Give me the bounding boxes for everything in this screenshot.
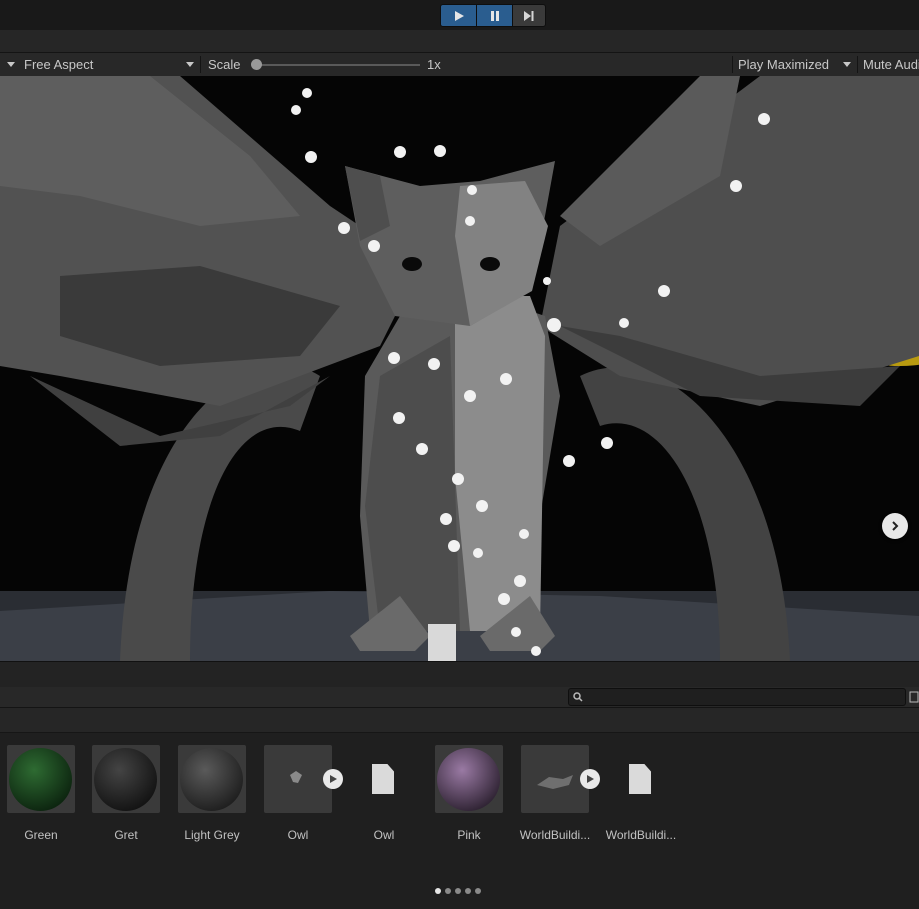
play-icon	[330, 775, 337, 783]
tab-strip	[0, 30, 919, 53]
chevron-right-icon	[892, 521, 899, 531]
expand-asset-button[interactable]	[323, 769, 343, 789]
expand-asset-button[interactable]	[580, 769, 600, 789]
pause-icon	[490, 10, 499, 21]
breadcrumb-bar	[0, 708, 919, 733]
asset-label: Pink	[457, 828, 481, 842]
owl-scene	[0, 76, 919, 661]
pause-button[interactable]	[476, 4, 513, 27]
search-icon	[573, 692, 583, 702]
asset-thumbnail	[264, 745, 332, 813]
play-maximized-dropdown[interactable]: Play Maximized	[738, 53, 856, 76]
page-dot[interactable]	[475, 888, 481, 894]
asset-label: Green	[24, 828, 58, 842]
file-icon	[372, 764, 394, 794]
asset-label: WorldBuildi...	[519, 828, 591, 842]
play-button[interactable]	[440, 4, 477, 27]
page-dot[interactable]	[435, 888, 441, 894]
page-dot[interactable]	[445, 888, 451, 894]
divider	[200, 56, 201, 73]
page-dot[interactable]	[465, 888, 471, 894]
step-button[interactable]	[512, 4, 546, 27]
game-viewport[interactable]	[0, 76, 919, 661]
search-input[interactable]	[568, 688, 906, 706]
divider	[857, 56, 858, 73]
aspect-dropdown-arrow-icon	[6, 53, 16, 76]
asset-label: Light Grey	[184, 828, 240, 842]
play-mode-label: Play Maximized	[738, 57, 830, 72]
scale-value: 1x	[427, 57, 441, 72]
play-toolbar	[0, 0, 919, 30]
owl-model-icon	[290, 771, 302, 783]
asset-thumbnail	[435, 745, 503, 813]
world-model-icon	[537, 775, 573, 789]
file-icon	[629, 764, 651, 794]
divider	[732, 56, 733, 73]
asset-label: WorldBuildi...	[605, 828, 677, 842]
asset-thumbnail	[92, 745, 160, 813]
scale-slider-track[interactable]	[258, 64, 420, 66]
asset-label: Owl	[287, 828, 309, 842]
material-sphere	[437, 748, 500, 811]
carousel-next-button[interactable]	[882, 513, 908, 539]
aspect-dropdown[interactable]: Free Aspect	[24, 53, 200, 76]
page-dot[interactable]	[455, 888, 461, 894]
aspect-label: Free Aspect	[24, 57, 94, 72]
asset-thumbnail	[178, 745, 246, 813]
game-view-toolbar: Free Aspect Scale 1x Play Maximized Mute…	[0, 53, 919, 77]
scale-label: Scale	[208, 57, 241, 72]
material-sphere	[94, 748, 157, 811]
asset-label: Gret	[114, 828, 138, 842]
asset-label: Owl	[373, 828, 395, 842]
asset-thumbnail	[7, 745, 75, 813]
material-sphere	[180, 748, 243, 811]
play-icon	[587, 775, 594, 783]
play-icon	[454, 10, 464, 21]
chevron-down-icon	[186, 62, 194, 67]
filter-icon[interactable]	[909, 690, 919, 707]
asset-grid: Green Gret Light Grey Owl Owl Pink World…	[0, 733, 919, 909]
project-search-bar	[0, 687, 919, 708]
mute-label: Mute Audio	[863, 57, 919, 72]
asset-thumbnail	[521, 745, 589, 813]
scale-slider-knob[interactable]	[251, 59, 262, 70]
chevron-down-icon	[843, 62, 851, 67]
material-sphere	[9, 748, 72, 811]
mute-audio-toggle[interactable]: Mute Audio	[863, 53, 919, 76]
step-icon	[524, 10, 534, 21]
project-panel-header	[0, 661, 919, 688]
page-indicator	[435, 888, 481, 896]
